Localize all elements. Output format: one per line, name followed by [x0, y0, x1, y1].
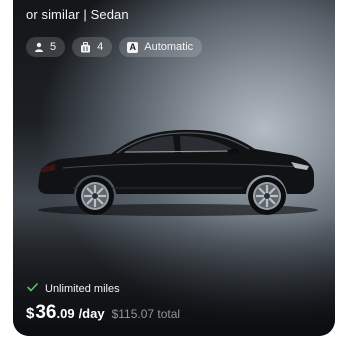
feature-label: Unlimited miles	[45, 283, 120, 295]
car-class-subtitle: or similar | Sedan	[26, 7, 129, 22]
spec-chips: 5 4 A Automatic	[26, 37, 203, 57]
transmission-label: Automatic	[144, 41, 194, 53]
bags-chip: 4	[72, 37, 113, 57]
transmission-icon: A	[127, 41, 139, 53]
price-block: $ 36 .09 /day $115.07 total	[26, 302, 180, 324]
price-total: $115.07 total	[111, 307, 181, 321]
seats-chip: 5	[26, 37, 66, 57]
price-decimal: .09	[56, 306, 75, 321]
checkmark-icon	[27, 283, 38, 295]
bags-count: 4	[97, 41, 104, 53]
transmission-chip: A Automatic	[119, 37, 203, 57]
price-currency: $	[26, 305, 35, 322]
seats-count: 5	[50, 41, 57, 53]
price-integer: 36	[35, 302, 57, 323]
price-per-day: /day	[78, 306, 105, 321]
car-image	[38, 129, 318, 216]
car-listing-card[interactable]: or similar | Sedan 5 4 A Automatic Unlim…	[13, 0, 335, 336]
person-icon	[34, 42, 44, 52]
luggage-icon	[80, 41, 91, 53]
unlimited-miles-feature: Unlimited miles	[27, 283, 120, 295]
